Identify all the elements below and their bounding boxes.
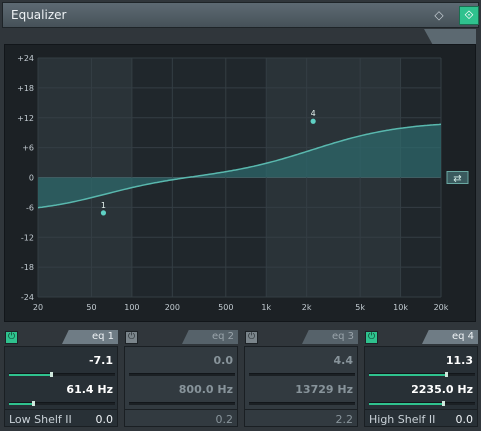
x-tick-label: 10k	[393, 303, 408, 312]
x-tick-label: 20	[33, 303, 43, 312]
gain-slider[interactable]	[129, 373, 235, 376]
power-icon[interactable]: ⏻	[5, 331, 18, 344]
x-tick-label: 500	[218, 303, 233, 312]
loop-icon-glyph: ⇄	[453, 174, 461, 185]
y-tick-label: +24	[17, 54, 34, 63]
y-tick-label: -12	[21, 233, 34, 242]
gain-value[interactable]: -7.1	[89, 354, 113, 367]
frequency-value[interactable]: 61.4 Hz	[66, 383, 113, 396]
eq-graph-panel: 1 4 +24 +18 +12 +6 0 -6 -12 -18 -24 20 50 100 200 500…	[4, 44, 476, 322]
x-tick-label: 5k	[355, 303, 365, 312]
q-value[interactable]: 0.0	[456, 413, 474, 426]
reset-icon[interactable]: ◇	[432, 8, 446, 22]
filter-type-select[interactable]: High Shelf II	[369, 413, 435, 426]
gain-slider[interactable]	[9, 372, 115, 377]
window-title: Equalizer	[11, 8, 67, 22]
band-eq2: ⏻ eq 2 0.0 800.0 Hz 0.2	[124, 330, 238, 427]
power-icon[interactable]: ⏻	[125, 331, 138, 344]
y-tick-label: -6	[26, 203, 34, 212]
band-name-label: eq 2	[182, 330, 238, 344]
band-name-label: eq 3	[302, 330, 358, 344]
y-tick-label: -24	[21, 293, 34, 302]
band-node	[100, 210, 107, 216]
band-name-label: eq 1	[62, 330, 118, 344]
q-value[interactable]: 0.0	[96, 413, 114, 426]
y-tick-label: +18	[17, 84, 34, 93]
q-value[interactable]: 0.2	[216, 413, 234, 426]
band-node-label: 4	[311, 109, 316, 118]
y-tick-label: -18	[21, 263, 34, 272]
gain-value[interactable]: 4.4	[334, 354, 354, 367]
activate-icon[interactable]: ⟐	[459, 6, 479, 25]
frequency-slider[interactable]	[369, 401, 475, 406]
frequency-slider[interactable]	[249, 402, 355, 405]
x-tick-label: 1k	[261, 303, 271, 312]
band-eq4: ⏻ eq 4 11.3 2235.0 Hz High Shelf II 0.0	[364, 330, 478, 427]
gain-value[interactable]: 0.0	[214, 354, 234, 367]
band-node-label: 1	[101, 201, 106, 210]
y-tick-label: +12	[17, 114, 34, 123]
y-tick-label: +6	[22, 144, 34, 153]
q-value[interactable]: 2.2	[336, 413, 354, 426]
frequency-value[interactable]: 13729 Hz	[295, 383, 353, 396]
x-tick-label: 100	[124, 303, 139, 312]
filter-type-select[interactable]: Low Shelf II	[9, 413, 72, 426]
x-tick-label: 20k	[434, 303, 449, 312]
frequency-slider[interactable]	[129, 402, 235, 405]
x-tick-label: 200	[165, 303, 180, 312]
band-eq3: ⏻ eq 3 4.4 13729 Hz 2.2	[244, 330, 358, 427]
power-icon[interactable]: ⏻	[365, 331, 378, 344]
frequency-value[interactable]: 800.0 Hz	[179, 383, 233, 396]
gain-value[interactable]: 11.3	[446, 354, 473, 367]
equalizer-window: Equalizer ◇ ⟐ 1 4 +24 +18 +12 +6 0 -6 -12 -18 -24…	[0, 0, 481, 431]
title-bar: Equalizer ◇ ⟐	[2, 2, 479, 28]
band-node	[310, 118, 316, 124]
band-name-label: eq 4	[422, 330, 478, 344]
gain-slider[interactable]	[369, 372, 475, 377]
y-tick-label: 0	[29, 174, 34, 183]
frequency-slider[interactable]	[9, 401, 115, 406]
eq-curve-graph[interactable]: 1 4 +24 +18 +12 +6 0 -6 -12 -18 -24 20 50 100 200 500…	[5, 45, 477, 323]
graph-tab[interactable]	[424, 29, 476, 44]
gain-slider[interactable]	[249, 373, 355, 376]
x-tick-label: 50	[86, 303, 96, 312]
band-eq1: ⏻ eq 1 -7.1 61.4 Hz Low Shelf II 0.0	[4, 330, 118, 427]
power-icon[interactable]: ⏻	[245, 331, 258, 344]
frequency-value[interactable]: 2235.0 Hz	[411, 383, 473, 396]
x-tick-label: 2k	[302, 303, 312, 312]
